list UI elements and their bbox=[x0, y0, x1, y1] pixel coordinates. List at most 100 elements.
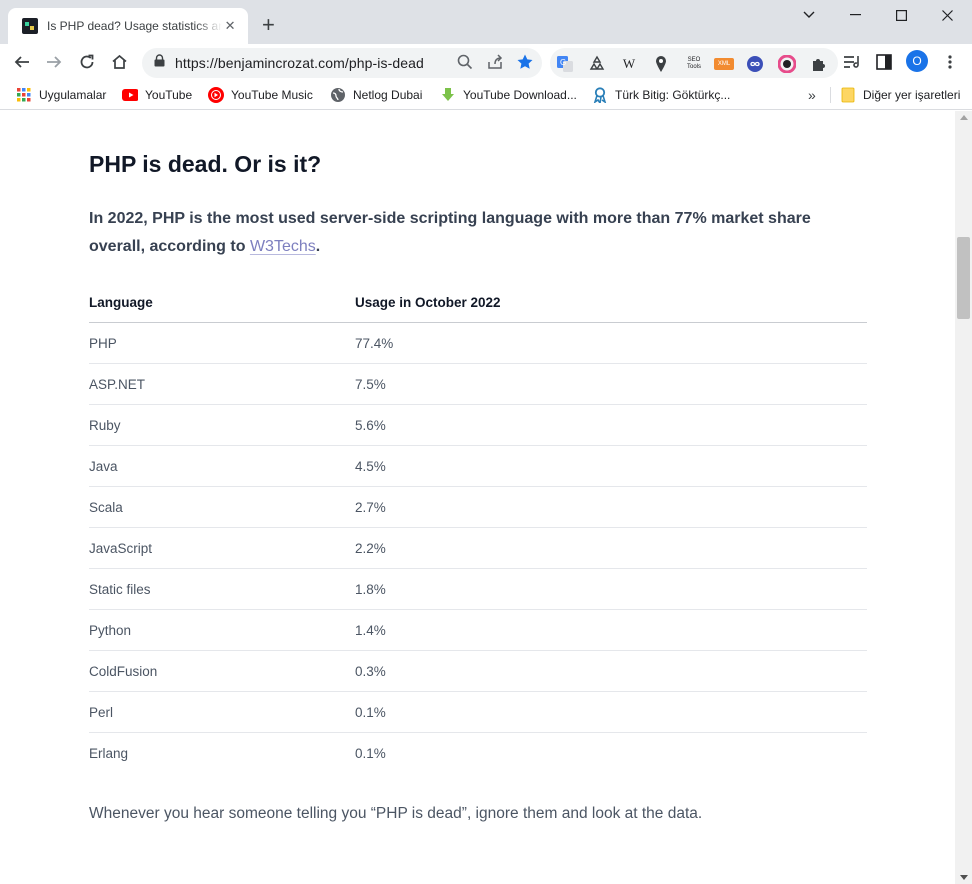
scroll-down-arrow-icon[interactable] bbox=[960, 875, 968, 880]
cell-usage: 0.3% bbox=[355, 663, 386, 679]
profile-avatar[interactable]: O bbox=[906, 50, 928, 72]
article-heading: PHP is dead. Or is it? bbox=[89, 151, 322, 177]
closing-paragraph: Whenever you hear someone telling you “P… bbox=[89, 805, 703, 822]
bookmark-youtube[interactable]: YouTube bbox=[122, 84, 192, 106]
xml-icon[interactable]: XML bbox=[714, 58, 734, 70]
new-tab-plus-icon[interactable]: + bbox=[262, 14, 275, 36]
forward-arrow-icon[interactable] bbox=[40, 48, 68, 76]
download-arrow-icon bbox=[440, 87, 456, 103]
vertical-scrollbar[interactable] bbox=[955, 111, 972, 884]
window-close-icon[interactable] bbox=[924, 0, 970, 30]
cell-usage: 1.8% bbox=[355, 581, 386, 597]
lead-paragraph: In 2022, PHP is the most used server-sid… bbox=[89, 205, 849, 261]
bookmark-label: Uygulamalar bbox=[39, 88, 107, 102]
search-icon[interactable] bbox=[456, 53, 474, 76]
cell-language: ASP.NET bbox=[89, 376, 146, 392]
bookmarks-bar: Uygulamalar YouTube YouTube Music Netlog… bbox=[0, 80, 972, 110]
scroll-up-arrow-icon[interactable] bbox=[960, 115, 968, 120]
tab-close-icon[interactable]: ✕ bbox=[222, 18, 238, 34]
ribbon-icon bbox=[592, 87, 608, 103]
apps-grid-icon bbox=[16, 87, 32, 103]
youtube-icon bbox=[122, 87, 138, 103]
table-row: ColdFusion 0.3% bbox=[89, 651, 867, 692]
column-header-language: Language bbox=[89, 295, 153, 310]
cell-language: Erlang bbox=[89, 746, 129, 761]
share-icon[interactable] bbox=[486, 53, 504, 76]
bookmark-label: Diğer yer işaretleri bbox=[863, 88, 961, 102]
table-row: JavaScript 2.2% bbox=[89, 528, 867, 569]
usage-table: Language Usage in October 2022 PHP 77.4% … bbox=[89, 283, 867, 774]
back-arrow-icon[interactable] bbox=[8, 48, 36, 76]
translate-icon[interactable]: G bbox=[556, 55, 574, 73]
table-header: Language Usage in October 2022 bbox=[89, 283, 867, 323]
cell-language: Scala bbox=[89, 499, 123, 515]
table-row: Scala 2.7% bbox=[89, 487, 867, 528]
cell-usage: 1.4% bbox=[355, 622, 386, 638]
tab-search-chevron-icon[interactable] bbox=[786, 0, 832, 30]
cell-language: Perl bbox=[89, 704, 114, 720]
cell-usage: 5.6% bbox=[355, 417, 386, 433]
color-picker-icon[interactable] bbox=[778, 55, 796, 73]
bookmark-label: YouTube bbox=[145, 88, 193, 102]
map-pin-icon[interactable] bbox=[652, 55, 670, 73]
cell-language: Python bbox=[89, 622, 132, 638]
bookmark-youtube-downloader[interactable]: YouTube Download... bbox=[440, 84, 577, 106]
site-favicon-icon bbox=[22, 18, 38, 34]
cell-usage: 2.7% bbox=[355, 499, 386, 515]
infinity-icon[interactable] bbox=[746, 55, 764, 73]
bookmark-other-folder[interactable]: Diğer yer işaretleri bbox=[840, 84, 960, 106]
seo-tools-icon[interactable]: SEO Tools bbox=[682, 55, 706, 73]
recycle-icon[interactable] bbox=[588, 55, 606, 73]
cell-usage: 0.1% bbox=[355, 704, 386, 720]
bookmark-youtube-music[interactable]: YouTube Music bbox=[208, 84, 313, 106]
lead-text: In 2022, PHP is the most used server-sid… bbox=[89, 210, 811, 255]
reading-list-icon[interactable] bbox=[838, 48, 866, 76]
table-row: Perl 0.1% bbox=[89, 692, 867, 733]
table-row: Python 1.4% bbox=[89, 610, 867, 651]
bookmarks-overflow-icon[interactable]: » bbox=[808, 84, 816, 106]
page-viewport: PHP is dead. Or is it? In 2022, PHP is t… bbox=[0, 111, 955, 884]
bookmark-label: YouTube Music bbox=[231, 88, 313, 102]
cell-language: Static files bbox=[89, 581, 151, 597]
w3techs-link[interactable]: W3Techs bbox=[250, 238, 316, 255]
cell-usage: 77.4% bbox=[355, 335, 394, 351]
minimize-icon[interactable] bbox=[832, 0, 878, 30]
bookmark-turk-bitig[interactable]: Türk Bitig: Göktürkç... bbox=[592, 84, 730, 106]
folder-icon bbox=[840, 87, 856, 103]
bookmark-star-icon[interactable] bbox=[516, 53, 534, 76]
bookmark-label: Netlog Dubai bbox=[353, 88, 423, 102]
table-row: PHP 77.4% bbox=[89, 323, 867, 364]
cell-language: PHP bbox=[89, 335, 117, 351]
reload-icon[interactable] bbox=[73, 48, 101, 76]
cell-language: ColdFusion bbox=[89, 663, 158, 679]
bookmark-separator bbox=[830, 87, 831, 103]
puzzle-icon[interactable] bbox=[810, 55, 828, 73]
address-bar[interactable]: https://benjamincrozat.com/php-is-dead bbox=[142, 48, 542, 78]
column-header-usage: Usage in October 2022 bbox=[355, 295, 501, 310]
cell-usage: 4.5% bbox=[355, 458, 386, 474]
side-panel-icon[interactable] bbox=[870, 48, 898, 76]
cell-usage: 7.5% bbox=[355, 376, 386, 392]
globe-icon bbox=[330, 87, 346, 103]
extensions-bar: G W SEO Tools XML bbox=[550, 48, 838, 78]
svg-text:G: G bbox=[560, 58, 566, 67]
table-row: ASP.NET 7.5% bbox=[89, 364, 867, 405]
cell-usage: 0.1% bbox=[355, 746, 386, 761]
bookmark-label: Türk Bitig: Göktürkç... bbox=[615, 88, 731, 102]
cell-language: Ruby bbox=[89, 417, 121, 433]
table-row: Static files 1.8% bbox=[89, 569, 867, 610]
url-text[interactable]: https://benjamincrozat.com/php-is-dead bbox=[175, 55, 424, 71]
browser-toolbar: https://benjamincrozat.com/php-is-dead G… bbox=[0, 44, 972, 80]
home-icon[interactable] bbox=[105, 48, 133, 76]
table-row: Java 4.5% bbox=[89, 446, 867, 487]
bookmark-apps[interactable]: Uygulamalar bbox=[16, 84, 106, 106]
maximize-icon[interactable] bbox=[878, 0, 924, 30]
kebab-menu-icon[interactable] bbox=[936, 48, 964, 76]
active-tab[interactable]: Is PHP dead? Usage statistics and ✕ bbox=[8, 8, 248, 44]
wikipedia-icon[interactable]: W bbox=[620, 55, 638, 73]
bookmark-netlog[interactable]: Netlog Dubai bbox=[330, 84, 422, 106]
cell-language: Java bbox=[89, 458, 118, 474]
tab-strip: Is PHP dead? Usage statistics and ✕ + bbox=[0, 0, 972, 44]
scrollbar-thumb[interactable] bbox=[957, 237, 970, 319]
lock-icon[interactable] bbox=[154, 54, 165, 72]
